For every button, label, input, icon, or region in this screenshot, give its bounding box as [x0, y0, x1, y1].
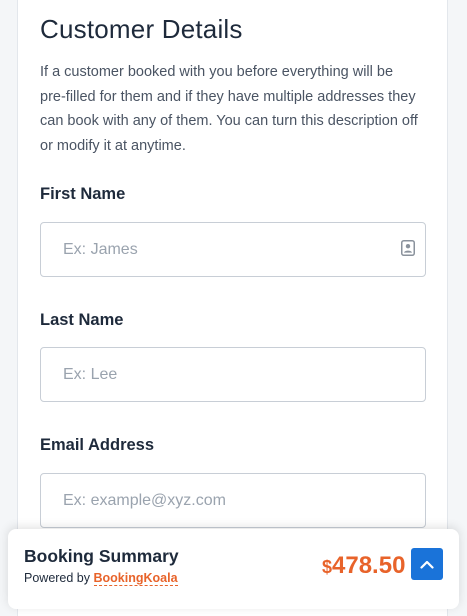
last-name-label: Last Name — [40, 311, 123, 330]
scroll-up-button[interactable] — [411, 548, 443, 580]
chevron-up-icon — [420, 560, 434, 569]
section-description: If a customer booked with you before eve… — [40, 60, 420, 158]
email-input[interactable] — [40, 473, 426, 528]
email-label: Email Address — [40, 436, 154, 455]
price-amount: 478.50 — [332, 552, 405, 579]
total-price: $478.50 — [322, 552, 405, 580]
currency-symbol: $ — [322, 557, 332, 577]
first-name-input[interactable] — [40, 222, 426, 277]
booking-summary-bar[interactable]: Booking Summary Powered by BookingKoala … — [8, 529, 459, 609]
brand-link[interactable]: BookingKoala — [94, 571, 178, 586]
last-name-input[interactable] — [40, 347, 426, 402]
powered-by-line: Powered by BookingKoala — [24, 571, 178, 585]
powered-by-text: Powered by — [24, 571, 90, 585]
booking-summary-title: Booking Summary — [24, 546, 179, 567]
section-title: Customer Details — [40, 14, 243, 45]
contact-card-icon[interactable] — [401, 240, 415, 256]
first-name-label: First Name — [40, 185, 125, 204]
